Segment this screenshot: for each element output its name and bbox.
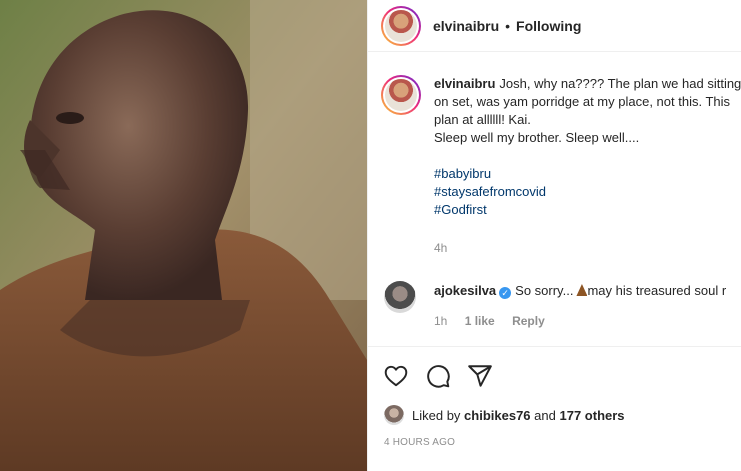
comment-time[interactable]: 1h <box>434 314 447 328</box>
heart-icon[interactable] <box>383 363 409 389</box>
commenter-username[interactable]: ajokesilva <box>434 283 496 298</box>
author-avatar[interactable] <box>381 5 421 46</box>
caption-line-3: plan at allllll! Kai. <box>434 112 531 127</box>
liked-by-and: and <box>534 407 556 423</box>
separator-dot: • <box>505 17 511 34</box>
likes-others-count[interactable]: 177 others <box>560 408 625 423</box>
praying-hands-emoji-icon <box>576 284 588 296</box>
caption-time[interactable]: 4h <box>434 241 447 255</box>
comment-icon[interactable] <box>425 363 451 389</box>
comment-text-end: may his treasured soul r <box>587 283 727 298</box>
comments-section: elvinaibru Josh, why na???? The plan we h… <box>368 53 741 346</box>
hashtag-babyibru[interactable]: #babyibru <box>434 165 741 183</box>
post-photo[interactable] <box>0 0 367 471</box>
post-actions: Liked by chibikes76 and 177 others 4 HOU… <box>368 346 741 471</box>
comment-text: ajokesilva ✓ So sorry... may his treasured … <box>434 283 726 299</box>
hashtag-staysafefromcovid[interactable]: #staysafefromcovid <box>434 183 741 201</box>
caption-line-1: Josh, why na???? The plan we had sitting <box>499 76 741 91</box>
caption-line-4: Sleep well my brother. Sleep well.... <box>434 130 640 145</box>
action-icons <box>383 363 493 389</box>
commenter-avatar[interactable] <box>384 281 416 313</box>
following-button[interactable]: Following <box>516 18 581 34</box>
caption-line-2: on set, was yam porridge at my place, no… <box>434 94 731 109</box>
comment-text-start: So sorry... <box>515 283 574 298</box>
post-photo-image <box>0 0 367 471</box>
hashtag-godfirst[interactable]: #Godfirst <box>434 201 741 219</box>
caption-text: elvinaibru Josh, why na???? The plan we h… <box>434 75 741 219</box>
comment-meta: 1h 1 like Reply <box>434 314 559 328</box>
comment-likes[interactable]: 1 like <box>465 314 495 328</box>
likes-summary: Liked by chibikes76 and 177 others <box>384 405 625 425</box>
caption-avatar[interactable] <box>381 75 421 115</box>
share-icon[interactable] <box>467 363 493 389</box>
liker-username[interactable]: chibikes76 <box>464 408 531 423</box>
post-details-panel: elvinaibru • Following elvinaibru Josh, w… <box>367 0 741 471</box>
post-date[interactable]: 4 HOURS AGO <box>384 437 455 448</box>
caption-username[interactable]: elvinaibru <box>434 76 495 91</box>
author-username[interactable]: elvinaibru <box>433 18 499 34</box>
liker-avatar[interactable] <box>384 405 404 425</box>
post-header: elvinaibru • Following <box>368 0 741 52</box>
verified-badge-icon: ✓ <box>499 287 512 299</box>
reply-button[interactable]: Reply <box>512 314 545 328</box>
liked-by-prefix: Liked by <box>412 407 461 423</box>
